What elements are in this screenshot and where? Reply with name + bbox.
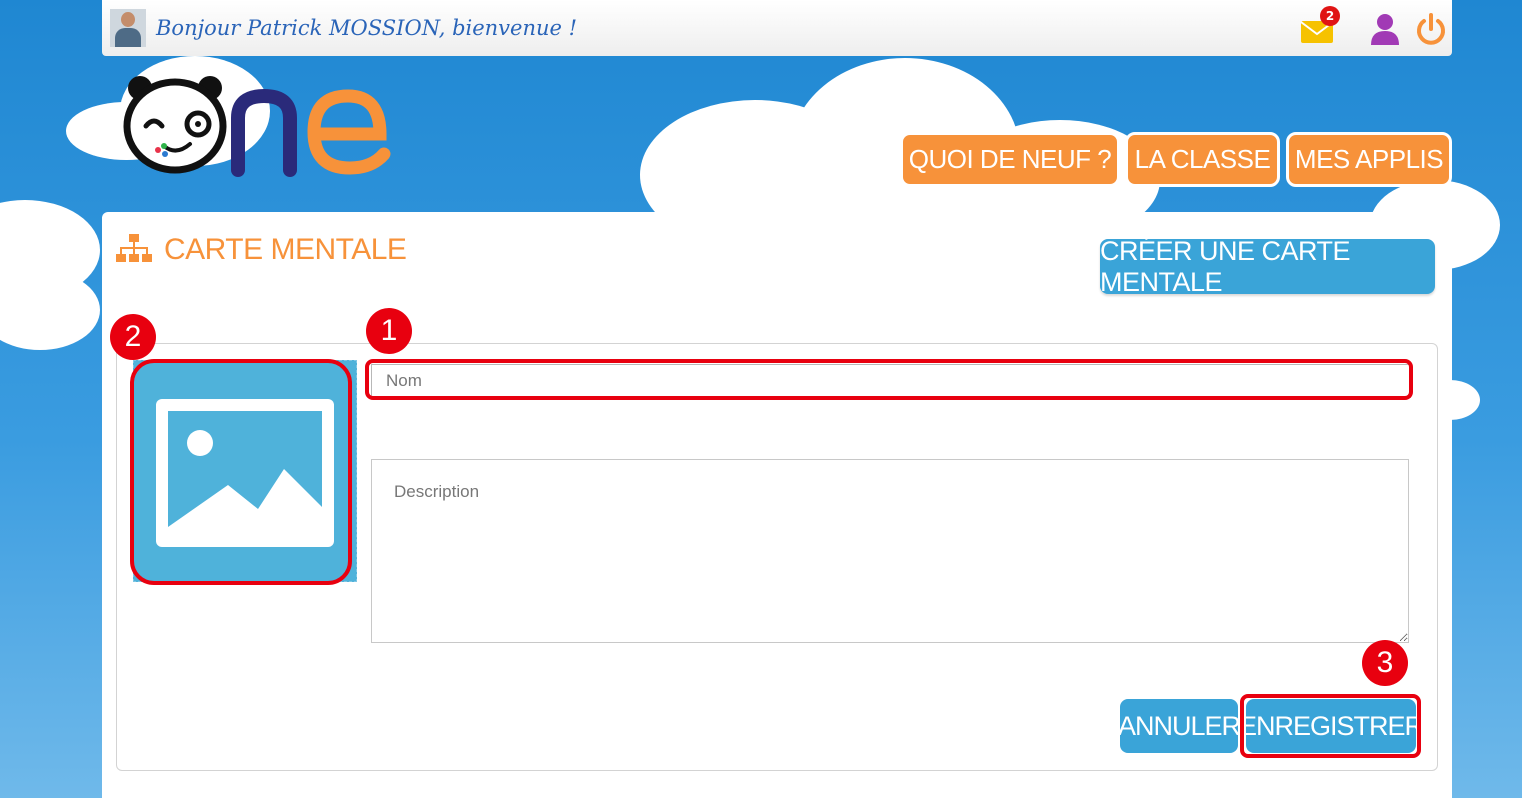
one-logo[interactable] bbox=[118, 74, 398, 184]
annotation-marker-3: 3 bbox=[1362, 640, 1408, 686]
nav-quoi-de-neuf[interactable]: QUOI DE NEUF ? bbox=[900, 132, 1120, 187]
cancel-button[interactable]: ANNULER bbox=[1118, 699, 1241, 753]
top-bar: Bonjour Patrick MOSSION, bienvenue ! 2 bbox=[102, 0, 1452, 56]
save-button[interactable]: ENREGISTRER bbox=[1239, 699, 1424, 753]
description-input[interactable] bbox=[371, 459, 1409, 643]
image-picker[interactable] bbox=[133, 360, 357, 582]
mindmap-form: ANNULER ENREGISTRER bbox=[116, 343, 1438, 771]
nav-la-classe[interactable]: LA CLASSE bbox=[1125, 132, 1280, 187]
power-icon[interactable] bbox=[1414, 12, 1448, 46]
mindmap-icon bbox=[116, 232, 152, 268]
page-title: CARTE MENTALE bbox=[164, 233, 407, 266]
nav-mes-applis[interactable]: MES APPLIS bbox=[1286, 132, 1452, 187]
image-placeholder-icon bbox=[134, 399, 356, 585]
annotation-marker-2: 2 bbox=[110, 314, 156, 360]
mail-badge: 2 bbox=[1320, 6, 1340, 26]
main-panel: CARTE MENTALE CRÉER UNE CARTE MENTALE AN… bbox=[102, 212, 1452, 798]
name-input[interactable] bbox=[371, 364, 1411, 398]
mail-icon[interactable]: 2 bbox=[1300, 6, 1340, 46]
greeting-text: Bonjour Patrick MOSSION, bienvenue ! bbox=[156, 16, 578, 40]
avatar[interactable] bbox=[110, 9, 146, 47]
create-mindmap-button[interactable]: CRÉER UNE CARTE MENTALE bbox=[1100, 236, 1435, 297]
user-icon[interactable] bbox=[1368, 12, 1402, 46]
page-header: CARTE MENTALE bbox=[116, 232, 407, 268]
annotation-marker-1: 1 bbox=[366, 308, 412, 354]
